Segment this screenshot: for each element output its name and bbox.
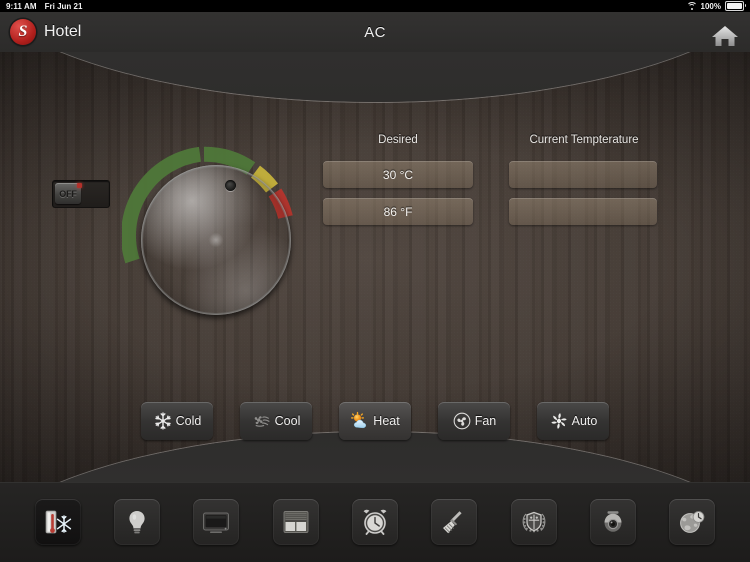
bottom-dock xyxy=(0,482,750,562)
power-led-indicator xyxy=(77,183,82,188)
snowflake-icon xyxy=(153,411,173,431)
current-temperature-label: Current Tempterature xyxy=(529,134,639,146)
window-blinds-icon xyxy=(283,511,309,533)
power-switch[interactable]: OFF xyxy=(52,180,110,208)
mode-label-cool: Cool xyxy=(274,414,301,428)
battery-percent-label: 100% xyxy=(700,1,721,11)
mode-button-cold[interactable]: Cold xyxy=(141,402,213,440)
mode-button-cool[interactable]: Cool xyxy=(240,402,312,440)
sun-cloud-icon xyxy=(350,411,370,431)
power-switch-label: OFF xyxy=(59,188,77,199)
television-icon xyxy=(203,512,230,533)
dock-item-service[interactable] xyxy=(510,499,557,545)
dock-item-cleaning[interactable] xyxy=(431,499,478,545)
dial-knob-ring xyxy=(141,165,291,315)
dock-item-alarm[interactable] xyxy=(351,499,398,545)
battery-full-icon xyxy=(725,1,746,11)
thermometer-snowflake-icon xyxy=(45,510,71,534)
status-bar-right: 100% xyxy=(686,1,746,11)
dock-item-tv[interactable] xyxy=(193,499,240,545)
mode-button-fan[interactable]: Fan xyxy=(438,402,510,440)
current-fahrenheit-field[interactable] xyxy=(509,198,657,225)
home-button[interactable] xyxy=(710,21,740,49)
desired-label: Desired xyxy=(378,134,418,146)
fan-breeze-icon xyxy=(252,411,272,431)
status-bar-time: 9:11 AM xyxy=(6,1,37,11)
dock-item-climate[interactable] xyxy=(34,499,81,545)
mode-button-auto[interactable]: Auto xyxy=(537,402,609,440)
fan-circle-icon xyxy=(452,411,472,431)
desired-fahrenheit-field[interactable]: 86 °F xyxy=(323,198,473,225)
dial-knob-sheen xyxy=(141,165,291,315)
home-icon xyxy=(712,26,738,46)
lightbulb-icon xyxy=(129,511,145,534)
dock-item-worldtime[interactable] xyxy=(669,499,716,545)
dock-item-curtains[interactable] xyxy=(272,499,319,545)
broom-icon xyxy=(443,511,462,534)
dial-position-indicator xyxy=(225,180,236,191)
page-title: AC xyxy=(364,24,386,41)
nav-bar: S Hotel AC xyxy=(0,12,750,52)
desired-fahrenheit-value: 86 °F xyxy=(383,204,413,219)
crest-emblem-icon xyxy=(522,511,546,533)
temperature-dial[interactable] xyxy=(122,146,300,324)
globe-clock-icon xyxy=(680,511,705,533)
wifi-icon xyxy=(686,2,698,10)
dock-item-lighting[interactable] xyxy=(113,499,160,545)
auto-fan-icon xyxy=(549,411,569,431)
ac-control-screen: 9:11 AM Fri Jun 21 100% S Hotel AC OFF D… xyxy=(0,0,750,562)
desired-celsius-value: 30 °C xyxy=(382,167,414,182)
mode-label-auto: Auto xyxy=(571,414,598,428)
dock-item-security[interactable] xyxy=(589,499,636,545)
dial-knob[interactable] xyxy=(141,165,291,315)
status-bar: 9:11 AM Fri Jun 21 100% xyxy=(0,0,750,12)
mode-label-heat: Heat xyxy=(373,414,400,428)
desired-celsius-field[interactable]: 30 °C xyxy=(323,161,473,188)
status-bar-date: Fri Jun 21 xyxy=(44,1,83,11)
mode-label-fan: Fan xyxy=(474,414,497,428)
mode-button-bar: Cold Cool Heat Fan Auto xyxy=(0,402,750,442)
mode-label-cold: Cold xyxy=(175,414,202,428)
current-celsius-field[interactable] xyxy=(509,161,657,188)
mode-button-heat[interactable]: Heat xyxy=(339,402,411,440)
panel-top-curve xyxy=(0,52,750,102)
alarm-clock-icon xyxy=(363,509,387,535)
dome-camera-icon xyxy=(604,511,622,532)
